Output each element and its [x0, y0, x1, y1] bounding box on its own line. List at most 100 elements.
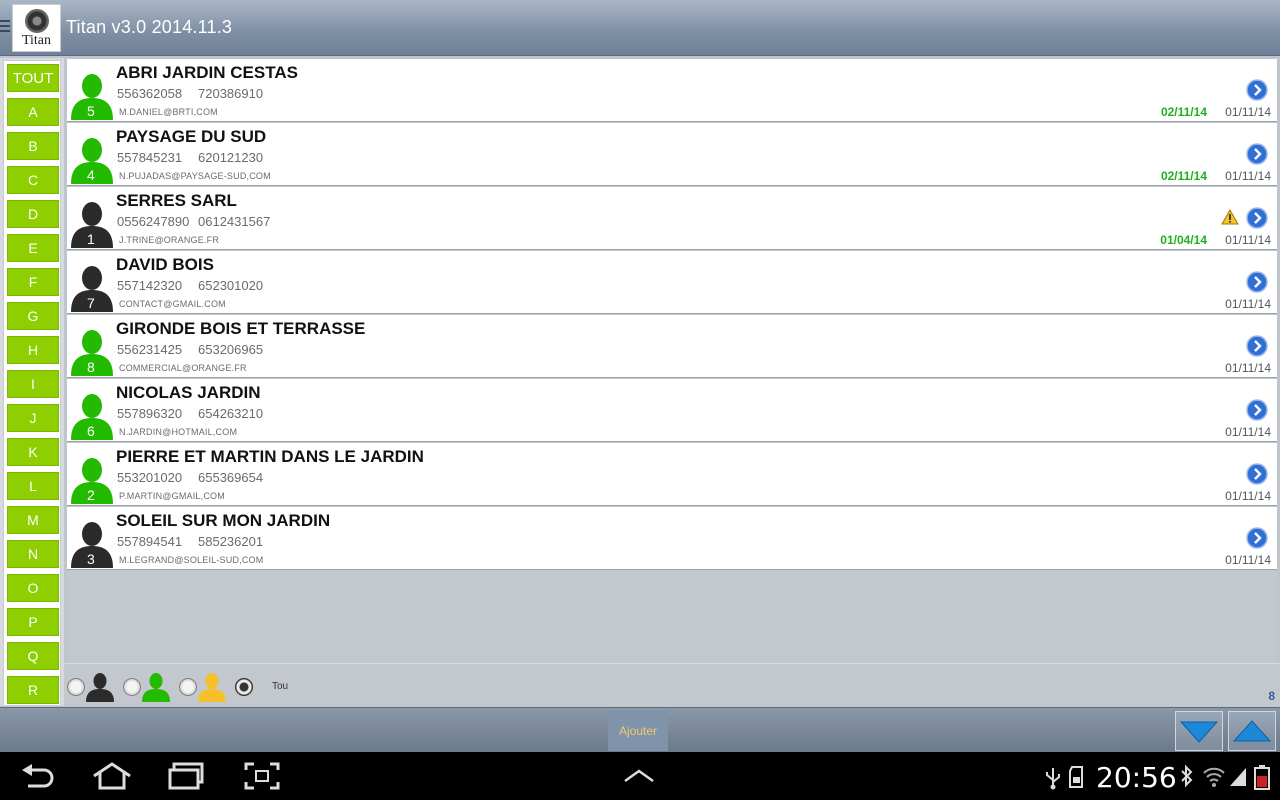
- sd-card-icon: [1069, 766, 1083, 788]
- contact-row[interactable]: 5 ABRI JARDIN CESTAS 556362058 720386910 M.D…: [67, 59, 1277, 122]
- menu-icon[interactable]: [0, 20, 10, 36]
- open-details-icon[interactable]: [1246, 335, 1268, 357]
- person-icon: [86, 673, 114, 702]
- contact-phone-1: 0556247890: [117, 214, 190, 229]
- contact-visit-count: 4: [87, 167, 95, 183]
- contact-count: 8: [1268, 689, 1275, 703]
- contact-row[interactable]: 2 PIERRE ET MARTIN DANS LE JARDIN 55320102…: [67, 443, 1277, 506]
- open-details-icon[interactable]: [1246, 143, 1268, 165]
- contact-phone-2: 654263210: [198, 406, 264, 421]
- letter-filter-c[interactable]: C: [7, 166, 59, 194]
- contact-email: J.TRINE@ORANGE.FR: [119, 235, 220, 245]
- contact-phone-1: 557894541: [117, 534, 183, 549]
- contact-visit-count: 6: [87, 423, 95, 439]
- contact-phone-1: 557142320: [117, 278, 183, 293]
- letter-filter-tout[interactable]: TOUT: [7, 64, 59, 92]
- camera-lens-icon: [25, 9, 49, 33]
- contact-date: 01/11/14: [1225, 425, 1271, 439]
- contact-visit-count: 5: [87, 103, 95, 119]
- open-details-icon[interactable]: [1246, 399, 1268, 421]
- letter-filter-r[interactable]: R: [7, 676, 59, 704]
- contact-visit-count: 1: [87, 231, 95, 247]
- letter-filter-m[interactable]: M: [7, 506, 59, 534]
- letter-filter-i[interactable]: I: [7, 370, 59, 398]
- recent-apps-icon[interactable]: [168, 762, 206, 790]
- contact-row[interactable]: 1 SERRES SARL 0556247890 0612431567 J.TRINE@…: [67, 187, 1277, 250]
- letter-filter-p[interactable]: P: [7, 608, 59, 636]
- arrow-up-icon: [1232, 720, 1272, 742]
- letter-filter-b[interactable]: B: [7, 132, 59, 160]
- contact-email: COMMERCIAL@ORANGE.FR: [119, 363, 247, 373]
- letter-filter-j[interactable]: J: [7, 404, 59, 432]
- contact-row[interactable]: 6 NICOLAS JARDIN 557896320 654263210 N.JARDI…: [67, 379, 1277, 442]
- contact-next-date: 02/11/14: [1160, 169, 1207, 183]
- contact-next-date: 02/11/14: [1160, 105, 1207, 119]
- app-logo[interactable]: Titan: [12, 4, 61, 52]
- letter-filter-f[interactable]: F: [7, 268, 59, 296]
- home-icon[interactable]: [92, 762, 132, 790]
- open-details-icon[interactable]: [1246, 527, 1268, 549]
- contact-visit-count: 3: [87, 551, 95, 567]
- contact-visit-count: 8: [87, 359, 95, 375]
- open-details-icon[interactable]: [1246, 271, 1268, 293]
- filter-radio-2[interactable]: [123, 678, 141, 696]
- scroll-down-button[interactable]: [1175, 711, 1223, 751]
- contact-list[interactable]: 5 ABRI JARDIN CESTAS 556362058 720386910 M.D…: [67, 59, 1277, 663]
- contact-email: N.PUJADAS@PAYSAGE-SUD,COM: [119, 171, 271, 181]
- contact-phone-1: 556231425: [117, 342, 183, 357]
- letter-filter-e[interactable]: E: [7, 234, 59, 262]
- letter-filter-g[interactable]: G: [7, 302, 59, 330]
- scroll-up-button[interactable]: [1228, 711, 1276, 751]
- contact-avatar: 4: [69, 134, 115, 184]
- person-black-icon[interactable]: [84, 672, 116, 702]
- contact-name: PIERRE ET MARTIN DANS LE JARDIN: [116, 447, 424, 466]
- letter-filter-a[interactable]: A: [7, 98, 59, 126]
- letter-filter-d[interactable]: D: [7, 200, 59, 228]
- filter-radio-1[interactable]: [67, 678, 85, 696]
- contact-phone-2: 652301020: [198, 278, 264, 293]
- contact-date: 01/11/14: [1225, 361, 1271, 375]
- filter-radio-4[interactable]: [235, 678, 253, 696]
- contact-phone-2: 655369654: [198, 470, 264, 485]
- add-button[interactable]: Ajouter: [608, 710, 668, 751]
- contact-email: M.LEGRAND@SOLEIL-SUD,COM: [119, 555, 264, 565]
- signal-icon: [1230, 768, 1246, 786]
- open-details-icon[interactable]: [1246, 79, 1268, 101]
- contact-visit-count: 2: [87, 487, 95, 503]
- letter-filter-h[interactable]: H: [7, 336, 59, 364]
- letter-filter-l[interactable]: L: [7, 472, 59, 500]
- filter-all-label: Tou: [272, 681, 289, 692]
- chevron-up-icon[interactable]: [622, 768, 656, 784]
- screenshot-icon[interactable]: [244, 762, 280, 790]
- letter-filter-o[interactable]: O: [7, 574, 59, 602]
- person-green-icon[interactable]: [140, 672, 172, 702]
- battery-icon: [1254, 765, 1270, 790]
- contact-row[interactable]: 8 GIRONDE BOIS ET TERRASSE 556231425 653206…: [67, 315, 1277, 378]
- contact-name: GIRONDE BOIS ET TERRASSE: [116, 319, 366, 338]
- contact-name: ABRI JARDIN CESTAS: [116, 63, 298, 82]
- open-details-icon[interactable]: [1246, 207, 1268, 229]
- contact-phone-2: 720386910: [198, 86, 264, 101]
- contact-row[interactable]: 7 DAVID BOIS 557142320 652301020 CONTACT@GMA…: [67, 251, 1277, 314]
- open-details-icon[interactable]: [1246, 463, 1268, 485]
- wifi-icon: [1203, 767, 1225, 787]
- letter-filter-q[interactable]: Q: [7, 642, 59, 670]
- contact-name: DAVID BOIS: [116, 255, 214, 274]
- contact-row[interactable]: 3 SOLEIL SUR MON JARDIN 557894541 585236201…: [67, 507, 1277, 570]
- contact-avatar: 6: [69, 390, 115, 440]
- contact-avatar: 5: [69, 70, 115, 120]
- contact-phone-2: 585236201: [198, 534, 264, 549]
- back-icon[interactable]: [20, 764, 56, 790]
- filter-radio-3[interactable]: [179, 678, 197, 696]
- bluetooth-icon: [1181, 764, 1193, 788]
- contact-date: 01/11/14: [1225, 169, 1271, 183]
- app-title: Titan v3.0 2014.11.3: [66, 17, 233, 37]
- person-yellow-icon[interactable]: [196, 672, 228, 702]
- arrow-down-icon: [1179, 721, 1219, 743]
- letter-filter-k[interactable]: K: [7, 438, 59, 466]
- contact-phone-1: 557845231: [117, 150, 183, 165]
- usb-icon: [1046, 768, 1060, 790]
- contact-row[interactable]: 4 PAYSAGE DU SUD 557845231 620121230 N.PUJAD…: [67, 123, 1277, 186]
- letter-filter-n[interactable]: N: [7, 540, 59, 568]
- contact-date: 01/11/14: [1225, 105, 1271, 119]
